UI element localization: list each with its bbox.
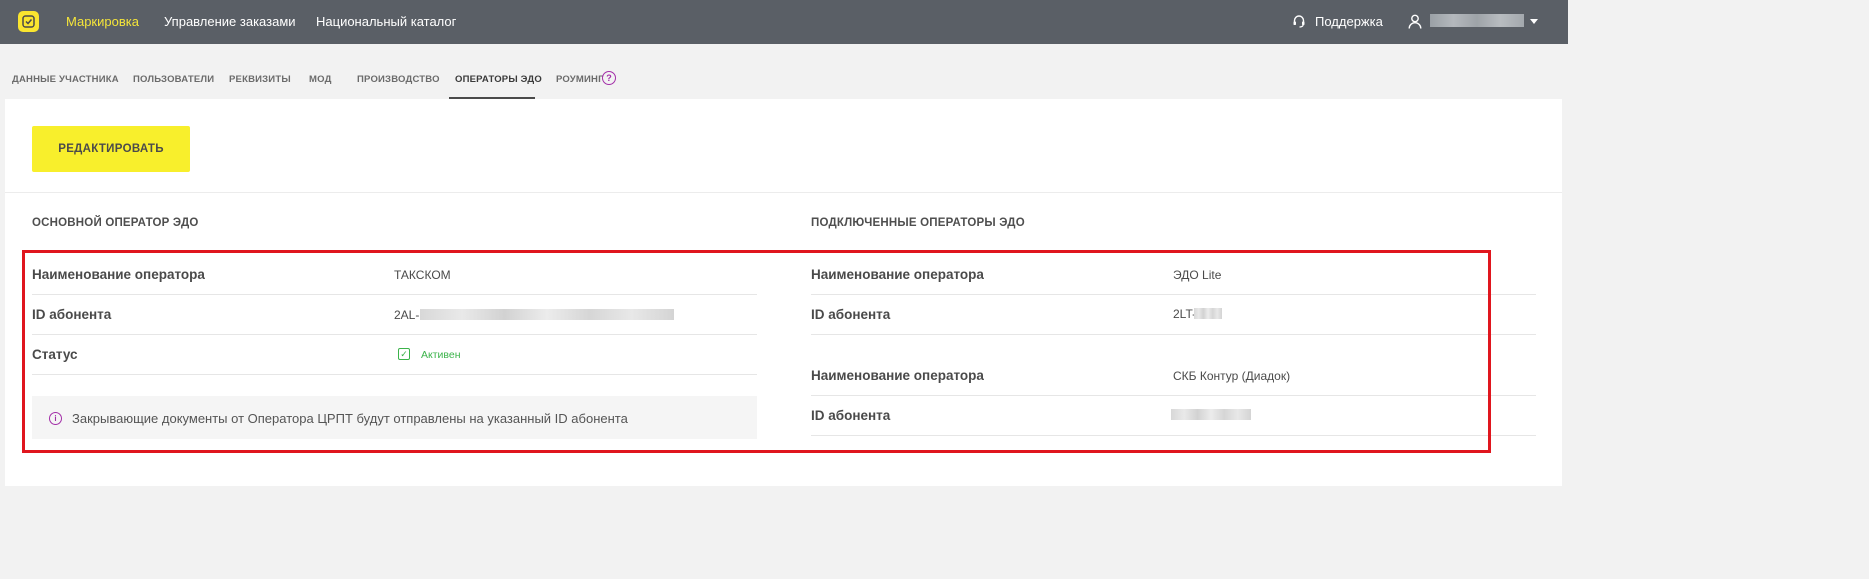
tab-mod[interactable]: МОД [309, 74, 332, 85]
info-icon: i [49, 412, 62, 425]
connected-id-redacted [1171, 409, 1251, 420]
top-bar: Маркировка Управление заказами Националь… [0, 0, 1568, 44]
row-divider [32, 374, 757, 375]
status-badge: Активен [421, 349, 461, 361]
row-divider [811, 395, 1536, 396]
connected-operator-value: ЭДО Lite [1173, 268, 1222, 282]
checkbox-checked-icon: ✓ [398, 348, 410, 360]
edit-button[interactable]: РЕДАКТИРОВАТЬ [32, 126, 190, 172]
connected-id-label: ID абонента [811, 307, 891, 322]
row-divider [811, 435, 1536, 436]
headset-icon[interactable] [1292, 14, 1306, 28]
row-divider [32, 294, 757, 295]
support-link[interactable]: Поддержка [1315, 14, 1383, 29]
primary-id-redacted [420, 309, 674, 320]
tab-requisites[interactable]: РЕКВИЗИТЫ [229, 74, 291, 85]
row-divider [811, 334, 1536, 335]
row-divider [811, 294, 1536, 295]
help-icon[interactable]: ? [602, 71, 616, 85]
row-divider [32, 334, 757, 335]
tab-users[interactable]: ПОЛЬЗОВАТЕЛИ [133, 74, 214, 85]
primary-id-label: ID абонента [32, 307, 112, 322]
connected-operators-title: ПОДКЛЮЧЕННЫЕ ОПЕРАТОРЫ ЭДО [811, 217, 1025, 229]
connected-operator-label: Наименование оператора [811, 267, 984, 282]
nav-national-catalog[interactable]: Национальный каталог [316, 14, 456, 29]
primary-operator-title: ОСНОВНОЙ ОПЕРАТОР ЭДО [32, 217, 199, 229]
connected-operator-value: СКБ Контур (Диадок) [1173, 369, 1291, 383]
nav-order-management[interactable]: Управление заказами [164, 14, 296, 29]
info-notice-text: Закрывающие документы от Оператора ЦРПТ … [72, 411, 628, 426]
chevron-down-icon[interactable] [1530, 19, 1538, 24]
user-icon[interactable] [1408, 14, 1422, 29]
tab-edo-operators[interactable]: ОПЕРАТОРЫ ЭДО [455, 74, 542, 85]
logo-icon[interactable] [18, 11, 39, 32]
nav-marking[interactable]: Маркировка [66, 14, 139, 29]
status-label: Статус [32, 347, 78, 362]
connected-operator-label: Наименование оператора [811, 368, 984, 383]
tab-participant-data[interactable]: ДАННЫЕ УЧАСТНИКА [12, 74, 119, 85]
user-name-redacted[interactable] [1430, 14, 1524, 27]
divider [5, 192, 1562, 193]
connected-id-redacted [1194, 308, 1222, 319]
tab-roaming[interactable]: РОУМИНГ [556, 74, 604, 85]
primary-id-prefix: 2AL- [394, 308, 420, 322]
connected-id-label: ID абонента [811, 408, 891, 423]
primary-operator-value: ТАКСКОМ [394, 268, 451, 282]
connected-id-prefix: 2LT- [1173, 307, 1197, 321]
tab-production[interactable]: ПРОИЗВОДСТВО [357, 74, 440, 85]
primary-operator-label: Наименование оператора [32, 267, 205, 282]
